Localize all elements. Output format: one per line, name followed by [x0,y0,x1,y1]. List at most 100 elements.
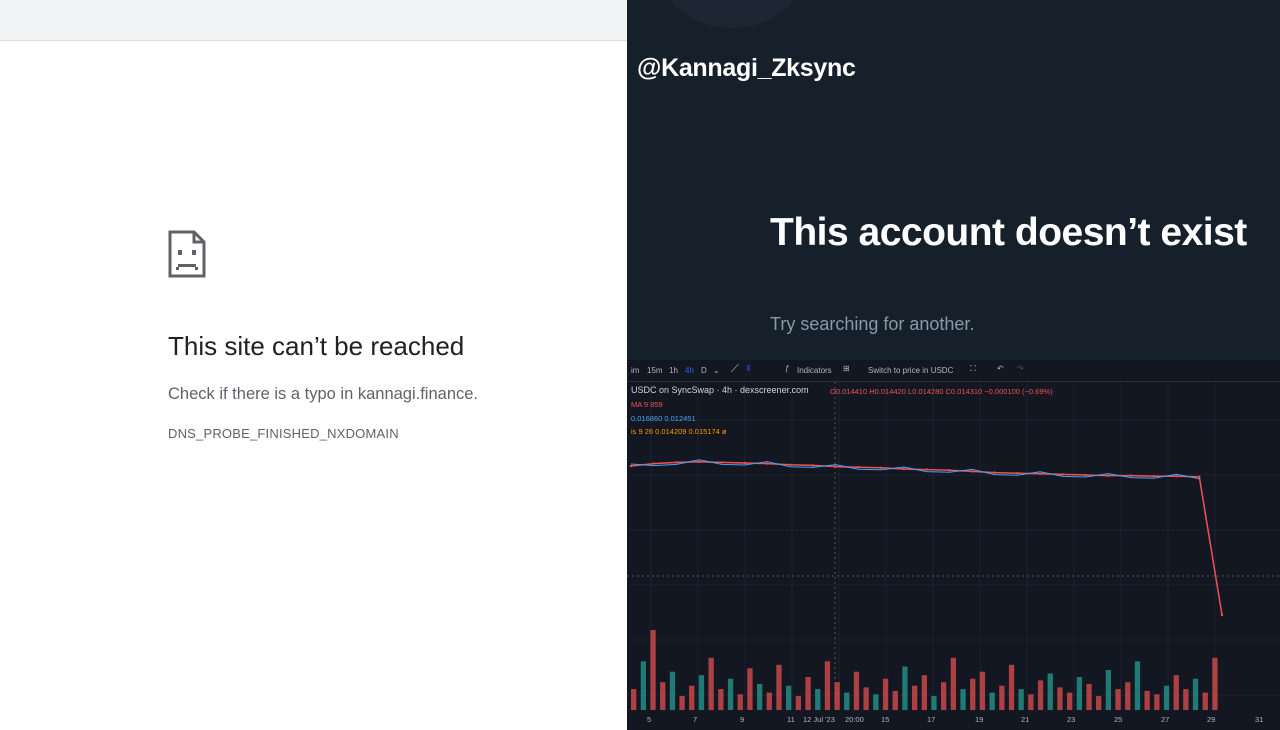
volume-bar [979,671,986,710]
volume-bar [786,685,792,710]
x-tick-label: 19 [975,715,984,724]
volume-bar [747,668,753,710]
volume-bar [1173,675,1179,710]
price-point [948,469,951,472]
account-handle: @Kannagi_Zksync [637,54,856,82]
volume-bar [844,692,850,710]
price-point [970,470,974,473]
price-point [675,461,678,464]
x-tick-label: 7 [693,715,698,724]
twitter-panel: @Kannagi_Zksync This account doesn’t exi… [627,0,1280,730]
volume-bar [1212,657,1218,710]
volume-bar [902,666,908,710]
price-point [857,466,860,469]
volume-bar [950,657,956,710]
volume-bar [1134,661,1141,710]
volume-bar [1018,689,1024,710]
volume-bar [708,657,714,710]
volume-bar [1105,670,1111,710]
price-point [766,462,769,465]
volume-bar [1144,690,1150,710]
volume-bar [1086,683,1092,710]
price-point [629,464,633,468]
candles-icon[interactable]: ⫴ [747,364,750,374]
volume-bar [640,661,646,710]
volume-bar [679,696,685,710]
chart-toolbar: im 15m 1h 4h D ⌄ ⟋ ⫴ ƒ Indicators ⊞ Swit… [627,360,1280,382]
volume-bar [1192,678,1199,710]
volume-bar [1096,696,1102,710]
volume-bar [737,694,743,710]
undo-icon[interactable]: ↶ [997,364,1004,373]
volume-bar [795,696,801,710]
price-chart[interactable]: im 15m 1h 4h D ⌄ ⟋ ⫴ ƒ Indicators ⊞ Swit… [627,360,1280,730]
volume-bar [873,694,879,710]
error-title: This site can’t be reached [168,331,465,361]
volume-bar [834,682,840,710]
volume-bar [1154,694,1160,710]
sad-page-icon [168,230,206,278]
account-missing-headline: This account doesn’t exist [770,211,1247,254]
price-point [1198,475,1201,479]
interval-1h[interactable]: 1h [669,366,678,375]
indicators-button[interactable]: Indicators [797,366,832,375]
volume-bar [1028,694,1034,710]
volume-bar [921,675,927,710]
x-tick-label: 23 [1067,715,1076,724]
indicator-legend-2: 0.016860 0.012451 [631,414,696,423]
volume-bar [698,675,705,710]
volume-bar [805,677,811,710]
price-point [1152,475,1156,478]
volume-bar [1115,689,1121,710]
volume-bar [1008,664,1015,710]
indicator-legend-3: is 9 26 0.014209 0.015174 ø [631,427,727,436]
price-point [811,464,815,467]
x-tick-label: 12 Jul '23 [803,715,835,724]
x-tick-label: 15 [881,715,890,724]
price-point [720,461,724,464]
switch-price-button[interactable]: Switch to price in USDC [868,366,953,375]
volume-bar [892,690,898,710]
x-tick-label: 31 [1255,715,1264,724]
volume-bar [727,678,734,710]
volume-bar [989,692,995,710]
chart-ohlc: O0.014410 H0.014420 L0.014280 C0.014310 … [830,387,1053,396]
volume-bar [853,671,860,710]
function-icon: ƒ [785,364,790,373]
interval-4h[interactable]: 4h [685,366,694,375]
redo-icon[interactable]: ↷ [1017,364,1024,373]
account-missing-subtext: Try searching for another. [770,314,975,334]
price-point [788,463,792,467]
volume-bar [1125,682,1131,710]
interval-d[interactable]: D [701,366,707,375]
price-point [1107,474,1110,477]
price-point [1061,473,1065,476]
volume-bar [718,689,724,710]
volume-bar [757,683,763,710]
volume-bar [766,692,772,710]
volume-bar [941,682,947,710]
price-line [630,461,1223,616]
price-point [1129,474,1133,477]
x-tick-label: 21 [1021,715,1030,724]
x-tick-label: 27 [1161,715,1170,724]
browser-toolbar [0,0,627,41]
price-point [697,460,701,464]
chevron-down-icon[interactable]: ⌄ [713,366,720,375]
line-chart-icon[interactable]: ⟋ [731,363,739,376]
price-point [1038,472,1042,476]
fullscreen-icon[interactable]: ⛶ [970,364,976,374]
volume-bar [1057,687,1063,710]
volume-bar [689,685,695,710]
chart-symbol-legend: USDC on SyncSwap · 4h · dexscreener.com [631,385,809,395]
layout-grid-icon[interactable]: ⊞ [843,364,850,373]
chart-canvas[interactable] [627,360,1280,730]
x-tick-label: 9 [740,715,745,724]
volume-bar [660,682,666,710]
volume-bar [970,678,976,710]
interval-im[interactable]: im [631,366,639,375]
price-point [834,465,837,468]
interval-15m[interactable]: 15m [647,366,663,375]
volume-bar [999,685,1005,710]
volume-bar [1163,685,1170,710]
